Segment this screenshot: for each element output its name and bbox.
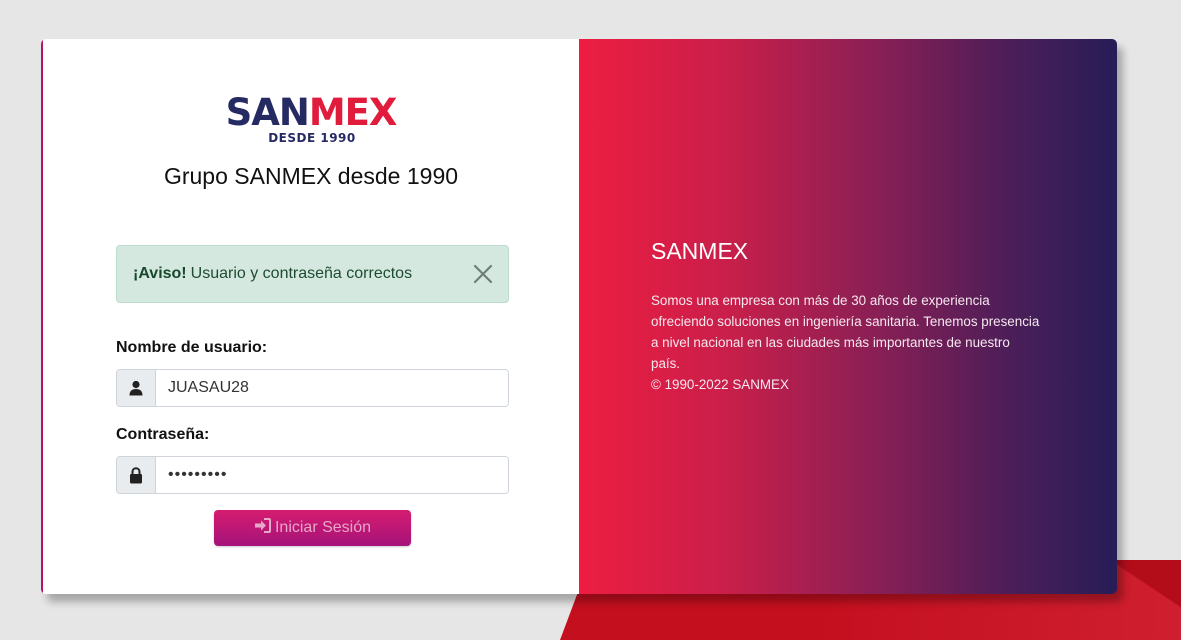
logo-tagline: DESDE 1990	[268, 131, 356, 145]
username-label: Nombre de usuario:	[116, 339, 268, 356]
login-button-label: Iniciar Sesión	[274, 519, 372, 536]
copyright-text: © 1990-2022 SANMEX	[651, 377, 789, 392]
login-card: SANMEX DESDE 1990 Grupo SANMEX desde 199…	[41, 39, 1117, 594]
username-input[interactable]	[156, 370, 508, 406]
login-button[interactable]: Iniciar Sesión	[214, 510, 411, 546]
password-input[interactable]	[156, 457, 508, 493]
logo-text-san: SAN	[225, 91, 310, 134]
user-icon	[117, 370, 156, 406]
password-label: Contraseña:	[116, 426, 210, 443]
close-icon[interactable]	[472, 263, 494, 285]
info-description-block: Somos una empresa con más de 30 años de …	[651, 290, 1041, 395]
success-alert: ¡Aviso! Usuario y contraseña correctos	[116, 245, 509, 303]
sanmex-logo: SANMEX DESDE 1990	[43, 91, 579, 146]
info-title: SANMEX	[651, 238, 749, 264]
sign-in-icon	[254, 518, 271, 538]
lock-icon	[117, 457, 156, 493]
login-panel: SANMEX DESDE 1990 Grupo SANMEX desde 199…	[41, 39, 579, 594]
alert-strong: ¡Aviso!	[133, 265, 187, 282]
info-panel: SANMEX Somos una empresa con más de 30 a…	[579, 39, 1117, 594]
username-input-group	[116, 369, 509, 407]
page-subtitle: Grupo SANMEX desde 1990	[163, 163, 459, 189]
info-description: Somos una empresa con más de 30 años de …	[651, 293, 1040, 371]
alert-message: Usuario y contraseña correctos	[190, 265, 413, 282]
logo-text-mex: MEX	[308, 91, 398, 134]
password-input-group	[116, 456, 509, 494]
